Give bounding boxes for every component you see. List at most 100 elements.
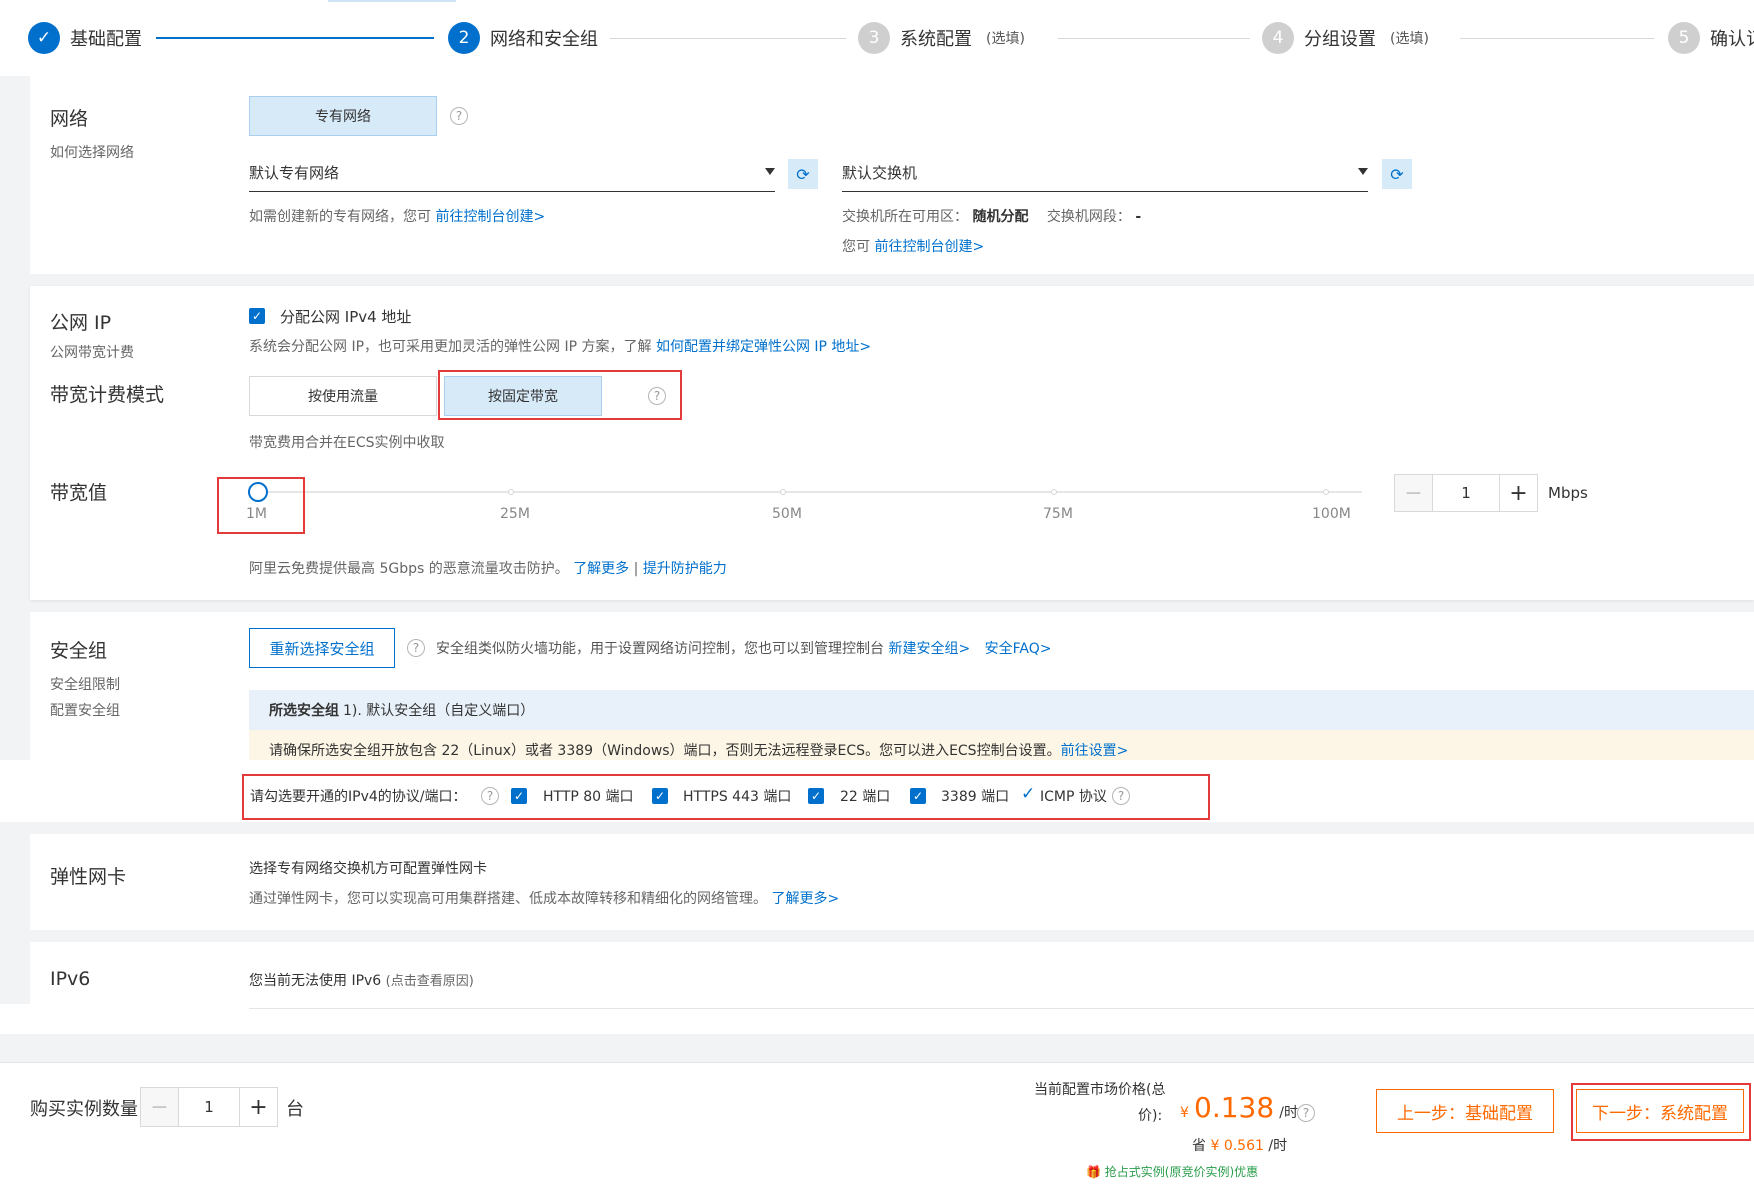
price-unit: /时 (1279, 1105, 1298, 1121)
bandwidth-input[interactable]: 1 (1433, 484, 1499, 502)
vpc-hint-text: 如需创建新的专有网络，您可 (249, 209, 431, 225)
cidr-label: 交换机网段： (1046, 209, 1131, 225)
step-connector (1460, 38, 1654, 39)
selected-sg-value: 1). 默认安全组（自定义端口） (343, 703, 535, 719)
ddos-separator: | (633, 561, 639, 577)
eni-line1: 选择专有网络交换机方可配置弹性网卡 (249, 861, 487, 877)
step-group-settings[interactable]: 4 分组设置 (选填) (1262, 22, 1429, 54)
eni-line2: 通过弹性网卡，您可以实现高可用集群搭建、低成本故障转移和精细化的网络管理。 了解… (249, 888, 839, 908)
sg-warning-link[interactable]: 前往设置> (1061, 740, 1129, 760)
highlight-box (242, 774, 1210, 820)
promo[interactable]: 🎁 抢占式实例(原竞价实例)优惠 (1086, 1163, 1258, 1180)
reselect-security-group-button[interactable]: 重新选择安全组 (249, 628, 395, 668)
vswitch-select-value: 默认交换机 (842, 164, 918, 182)
step-number: 4 (1262, 22, 1294, 54)
minus-icon[interactable]: − (1395, 475, 1433, 511)
vpc-create-link[interactable]: 前往控制台创建> (435, 209, 545, 225)
refresh-icon[interactable]: ⟳ (788, 159, 818, 189)
step-label: 网络和安全组 (490, 29, 598, 50)
step-connector (156, 37, 434, 39)
slider-label-100m: 100M (1312, 506, 1351, 522)
eni-learn-more-link[interactable]: 了解更多> (771, 891, 839, 907)
network-subtitle[interactable]: 如何选择网络 (50, 142, 134, 162)
vpc-select-value: 默认专有网络 (249, 164, 340, 182)
slider-tick (508, 489, 514, 495)
help-icon[interactable]: ? (450, 107, 468, 125)
ipv6-text: 您当前无法使用 IPv6 (点击查看原因) (249, 970, 474, 990)
zone-value: 随机分配 (972, 209, 1029, 225)
slider-label-50m: 50M (772, 506, 802, 522)
ddos-learn-more-link[interactable]: 了解更多 (573, 561, 629, 577)
step-number: 3 (858, 22, 890, 54)
vswitch-hint: 您可 前往控制台创建> (842, 236, 984, 256)
step-network-security[interactable]: 2 网络和安全组 (448, 22, 598, 54)
step-basic-config[interactable]: ✓ 基础配置 (28, 22, 142, 54)
sg-description-text: 安全组类似防火墙功能，用于设置网络访问控制，您也可以到管理控制台 (436, 641, 884, 657)
sg-warning-text: 请确保所选安全组开放包含 22（Linux）或者 3389（Windows）端口… (269, 743, 1061, 759)
slider-tick (1051, 489, 1057, 495)
bandwidth-unit: Mbps (1548, 484, 1588, 502)
chevron-down-icon (1358, 168, 1368, 175)
step-number: 5 (1668, 22, 1700, 54)
vpc-select[interactable]: 默认专有网络 (249, 154, 775, 192)
qty-stepper[interactable]: − 1 + (140, 1087, 278, 1127)
slider-track[interactable] (258, 491, 1362, 493)
ddos-upgrade-link[interactable]: 提升防护能力 (643, 561, 727, 577)
selected-sg-label: 所选安全组 (269, 703, 339, 719)
eni-title: 弹性网卡 (50, 866, 127, 888)
footer-bar: 购买实例数量 − 1 + 台 当前配置市场价格(总 价): ¥ 0.138 /时… (0, 1062, 1754, 1190)
vswitch-select[interactable]: 默认交换机 (842, 154, 1368, 192)
slider-label-25m: 25M (500, 506, 530, 522)
ipv6-reason-link[interactable]: (点击查看原因) (386, 974, 474, 989)
vswitch-zone-info: 交换机所在可用区： 随机分配 交换机网段： - (842, 206, 1141, 226)
qty-input[interactable]: 1 (179, 1098, 239, 1116)
price-display: ¥ 0.138 /时 (1180, 1091, 1298, 1124)
qty-unit: 台 (286, 1099, 304, 1120)
save-unit: /时 (1268, 1138, 1288, 1154)
chevron-down-icon (765, 168, 775, 175)
security-faq-link[interactable]: 安全FAQ> (985, 641, 1052, 657)
savings: 省 ¥ 0.561 /时 (1192, 1135, 1287, 1155)
refresh-icon[interactable]: ⟳ (1382, 159, 1412, 189)
gift-icon: 🎁 (1086, 1165, 1101, 1179)
step-number: 2 (448, 22, 480, 54)
help-icon[interactable]: ? (1297, 1104, 1315, 1122)
bandwidth-slider[interactable]: 1M 25M 50M 75M 100M (30, 286, 1754, 600)
price-value: 0.138 (1194, 1091, 1275, 1124)
ports-row: 请勾选要开通的IPv4的协议/端口： ? HTTP 80 端口 HTTPS 44… (0, 760, 1754, 822)
save-value: 0.561 (1223, 1138, 1264, 1154)
step-label: 系统配置 (900, 29, 972, 50)
sg-config-link[interactable]: 配置安全组 (50, 700, 120, 720)
page: ✓ 基础配置 2 网络和安全组 3 系统配置 (选填) 4 分组设置 (选填) … (0, 0, 1754, 1190)
minus-icon[interactable]: − (141, 1088, 179, 1126)
zone-label: 交换机所在可用区： (842, 209, 968, 225)
slider-label-75m: 75M (1043, 506, 1073, 522)
highlight-box (1571, 1083, 1751, 1141)
sg-limit-link[interactable]: 安全组限制 (50, 674, 120, 694)
price-label-line1: 当前配置市场价格(总 (1034, 1082, 1166, 1098)
ipv6-strip (0, 1004, 1754, 1034)
plus-icon[interactable]: + (1499, 475, 1537, 511)
vpc-type-tab[interactable]: 专有网络 (249, 96, 437, 136)
help-icon[interactable]: ? (407, 639, 425, 657)
network-section: 网络 如何选择网络 专有网络 ? 默认专有网络 ⟳ 默认交换机 ⟳ 如需创建新的… (30, 76, 1754, 274)
bandwidth-stepper[interactable]: − 1 + (1394, 474, 1538, 512)
new-security-group-link[interactable]: 新建安全组> (888, 641, 970, 657)
step-confirm[interactable]: 5 确认订 (1668, 22, 1754, 54)
plus-icon[interactable]: + (239, 1088, 277, 1126)
slider-tick (1323, 489, 1329, 495)
step-system-config[interactable]: 3 系统配置 (选填) (858, 22, 1025, 54)
vswitch-create-link[interactable]: 前往控制台创建> (874, 239, 984, 255)
ipv6-title: IPv6 (50, 968, 91, 990)
step-connector (610, 38, 846, 39)
save-label: 省 (1192, 1138, 1206, 1154)
step-connector (1058, 38, 1250, 39)
prev-step-button[interactable]: 上一步：基础配置 (1376, 1089, 1554, 1133)
network-title: 网络 (50, 108, 89, 130)
public-ip-section: 公网 IP 公网带宽计费 分配公网 IPv4 地址 系统会分配公网 IP，也可采… (30, 286, 1754, 600)
highlight-box (217, 477, 305, 534)
security-group-title: 安全组 (50, 640, 108, 662)
qty-label: 购买实例数量 (30, 1099, 138, 1120)
step-label: 分组设置 (1304, 29, 1376, 50)
eni-line2-text: 通过弹性网卡，您可以实现高可用集群搭建、低成本故障转移和精细化的网络管理。 (249, 891, 767, 907)
